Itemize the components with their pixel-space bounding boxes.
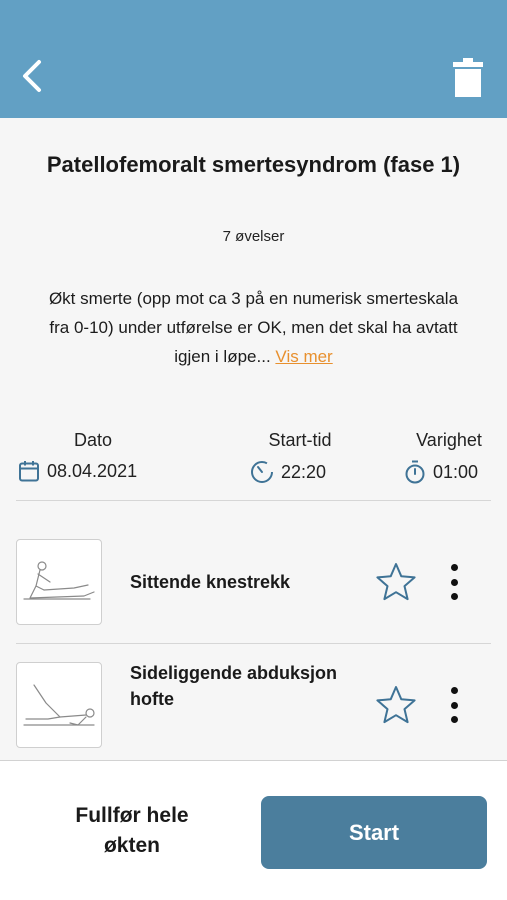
calendar-icon: [19, 461, 39, 482]
date-label: Dato: [73, 430, 113, 450]
description-text: Økt smerte (opp mot ca 3 på en numerisk …: [48, 289, 459, 366]
favorite-button[interactable]: [375, 684, 417, 726]
chevron-left-icon: [23, 60, 41, 92]
divider: [16, 500, 491, 501]
start-time-label: Start-tid: [268, 430, 332, 450]
more-options-button[interactable]: [440, 560, 468, 604]
exercise-item[interactable]: Sittende knestrekk: [0, 530, 507, 640]
delete-button[interactable]: [448, 54, 488, 100]
page-title: Patellofemoralt smertesyndrom (fase 1): [46, 152, 461, 177]
program-details: Patellofemoralt smertesyndrom (fase 1) 7…: [0, 118, 507, 760]
action-footer: Fullfør hele økten Start: [0, 760, 507, 900]
divider: [16, 643, 491, 644]
more-dot: [450, 564, 458, 571]
date-info: Dato 08.04.2021: [18, 430, 168, 482]
more-dot: [450, 716, 458, 723]
favorite-button[interactable]: [375, 561, 417, 603]
star-icon: [376, 686, 416, 724]
exercise-name: Sittende knestrekk: [130, 572, 291, 592]
exercise-item[interactable]: Sideliggende abduksjon hofte: [0, 653, 507, 760]
duration-label: Varighet: [416, 430, 482, 450]
exercise-thumbnail: [16, 539, 102, 625]
start-time-info: Start-tid 22:20: [250, 430, 350, 484]
program-description: Økt smerte (opp mot ca 3 på en numerisk …: [40, 284, 467, 371]
more-dot: [450, 593, 458, 600]
clock-icon: [251, 461, 273, 483]
complete-session-button[interactable]: Fullfør hele økten: [52, 801, 212, 861]
star-icon: [376, 563, 416, 601]
side-lying-hip-abduction-image: [23, 684, 95, 726]
date-value: 08.04.2021: [47, 460, 138, 481]
start-time-value: 22:20: [281, 461, 327, 482]
duration-info: Varighet 01:00: [404, 430, 494, 484]
exercise-thumbnail: [16, 662, 102, 748]
more-options-button[interactable]: [440, 683, 468, 727]
start-button[interactable]: Start: [261, 796, 487, 869]
exercise-name: Sideliggende abduksjon hofte: [130, 663, 338, 709]
back-button[interactable]: [14, 56, 50, 96]
trash-icon: [453, 58, 483, 97]
more-dot: [450, 578, 458, 586]
show-more-link[interactable]: Vis mer: [275, 347, 332, 366]
stopwatch-icon: [405, 460, 425, 484]
exercise-count: 7 øvelser: [222, 228, 285, 245]
more-dot: [450, 687, 458, 694]
more-dot: [450, 701, 458, 709]
app-header: [0, 0, 507, 118]
duration-value: 01:00: [433, 461, 479, 482]
seated-knee-extension-image: [23, 561, 95, 600]
